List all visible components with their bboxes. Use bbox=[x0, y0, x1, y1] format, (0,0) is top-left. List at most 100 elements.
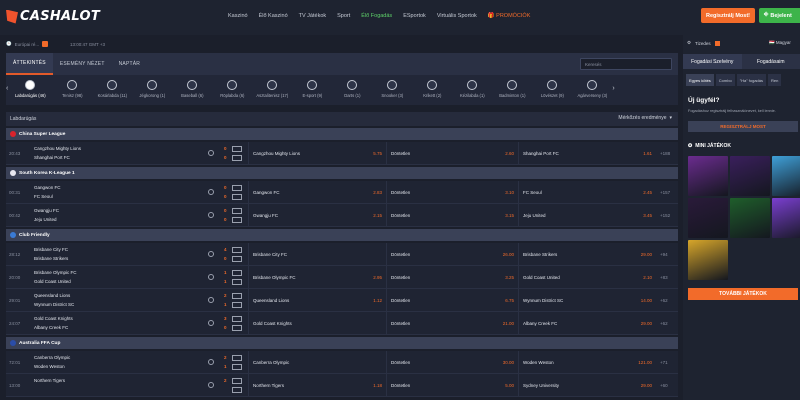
odd-home[interactable]: Gwangju FC 2.15 bbox=[248, 204, 386, 226]
more-markets[interactable]: +71 bbox=[660, 360, 668, 365]
register-now-button[interactable]: REGISZTRÁLJ MOST bbox=[688, 121, 798, 132]
stats-icon[interactable] bbox=[232, 247, 242, 253]
odd-draw[interactable]: Döntetlen 5.00 bbox=[386, 374, 518, 396]
sport-item[interactable]: Tenisz (98) bbox=[52, 75, 92, 98]
league-header[interactable]: South Korea K-League 1 bbox=[6, 167, 678, 179]
add-icon[interactable] bbox=[208, 297, 214, 303]
nav-sport[interactable]: Sport bbox=[337, 13, 350, 19]
odd-away[interactable]: Sydney University 29.00 bbox=[518, 374, 656, 396]
league-header[interactable]: Australia FFA Cup bbox=[6, 337, 678, 349]
match-teams[interactable]: Brisbane Olympic FC Gold Coast United bbox=[34, 268, 77, 286]
game-thumbnail[interactable] bbox=[730, 156, 770, 196]
nav-casino[interactable]: Kaszinó bbox=[228, 13, 248, 19]
sport-item[interactable]: Krikett (2) bbox=[412, 75, 452, 98]
game-thumbnail[interactable] bbox=[688, 156, 728, 196]
add-icon[interactable] bbox=[208, 382, 214, 388]
timezone-selector[interactable]: 🕓 Európai ré... bbox=[6, 41, 49, 47]
odd-away[interactable]: Albany Creek FC 29.00 bbox=[518, 312, 656, 334]
tab-single[interactable]: Egyes kötés bbox=[686, 74, 714, 86]
stats-icon[interactable] bbox=[232, 155, 242, 161]
odd-home[interactable]: Queensland Lions 1.12 bbox=[248, 289, 386, 311]
register-button[interactable]: Regisztrálj Most! bbox=[701, 8, 755, 23]
nav-live-casino[interactable]: Élő Kaszinó bbox=[259, 13, 288, 19]
language-selector[interactable]: 🇭🇺 Magyar bbox=[769, 40, 791, 46]
odd-away[interactable]: Brisbane Strikers 29.00 bbox=[518, 243, 656, 265]
odd-draw[interactable]: Döntetlen 30.00 bbox=[386, 351, 518, 373]
game-thumbnail[interactable] bbox=[730, 198, 770, 238]
sport-item[interactable]: E-sport (9) bbox=[292, 75, 332, 98]
more-markets[interactable]: +60 bbox=[660, 383, 668, 388]
league-header[interactable]: China Super League bbox=[6, 128, 678, 140]
stats-icon[interactable] bbox=[232, 208, 242, 214]
stats-icon[interactable] bbox=[232, 355, 242, 361]
odd-away[interactable]: Woden Weston 121.00 bbox=[518, 351, 656, 373]
game-thumbnail[interactable] bbox=[772, 198, 800, 238]
more-markets[interactable]: +62 bbox=[660, 298, 668, 303]
sport-item[interactable]: Snooker (3) bbox=[372, 75, 412, 98]
game-thumbnail[interactable] bbox=[688, 198, 728, 238]
sport-item[interactable]: Agárverseny (3) bbox=[572, 75, 612, 98]
more-games-button[interactable]: TOVÁBBI JÁTÉKOK bbox=[688, 288, 798, 300]
match-teams[interactable]: Gwangju FC Jeju United bbox=[34, 206, 59, 224]
tab-system[interactable]: Ren bbox=[768, 74, 782, 86]
odd-home[interactable]: Gangwon FC 2.83 bbox=[248, 181, 386, 203]
add-icon[interactable] bbox=[208, 320, 214, 326]
tab-calendar[interactable]: NAPTÁR bbox=[112, 53, 147, 75]
odd-away[interactable]: Gold Coast United 2.10 bbox=[518, 266, 656, 288]
add-icon[interactable] bbox=[208, 359, 214, 365]
stats-icon[interactable] bbox=[232, 256, 242, 262]
stats-icon[interactable] bbox=[232, 185, 242, 191]
sport-item[interactable]: Darts (1) bbox=[332, 75, 372, 98]
odd-home[interactable]: Brisbane City FC bbox=[248, 243, 386, 265]
odd-draw[interactable]: Döntetlen 21.00 bbox=[386, 312, 518, 334]
nav-esports[interactable]: ESportok bbox=[403, 13, 426, 19]
nav-live-betting[interactable]: Élő Fogadás bbox=[361, 13, 392, 19]
add-icon[interactable] bbox=[208, 212, 214, 218]
sport-item[interactable]: Labdarúgás (46) bbox=[8, 75, 52, 98]
logo[interactable]: CASHALOT bbox=[6, 9, 100, 24]
nav-virtual-sports[interactable]: Virtuális Sportok bbox=[437, 13, 477, 19]
match-teams[interactable]: Northern Tigers bbox=[34, 376, 65, 385]
stats-icon[interactable] bbox=[232, 302, 242, 308]
odd-home[interactable]: Brisbane Olympic FC 2.95 bbox=[248, 266, 386, 288]
odd-draw[interactable]: Döntetlen 2.60 bbox=[386, 142, 518, 164]
league-header[interactable]: Club Friendly bbox=[6, 229, 678, 241]
more-markets[interactable]: +83 bbox=[660, 275, 668, 280]
tab-betslip[interactable]: Fogadási Szelvény bbox=[683, 54, 742, 69]
stats-icon[interactable] bbox=[232, 293, 242, 299]
stats-icon[interactable] bbox=[232, 387, 242, 393]
stats-icon[interactable] bbox=[232, 364, 242, 370]
search-input[interactable]: Keresés bbox=[580, 58, 672, 70]
odd-draw[interactable]: Döntetlen 3.10 bbox=[386, 181, 518, 203]
odd-home[interactable]: Canberra Olympic bbox=[248, 351, 386, 373]
game-thumbnail[interactable] bbox=[772, 156, 800, 196]
stats-icon[interactable] bbox=[232, 146, 242, 152]
sport-item[interactable]: Lövészet (9) bbox=[532, 75, 572, 98]
odd-draw[interactable]: Döntetlen 6.75 bbox=[386, 289, 518, 311]
odd-home[interactable]: Northern Tigers 1.18 bbox=[248, 374, 386, 396]
odd-away[interactable]: Wynnum District SC 14.00 bbox=[518, 289, 656, 311]
add-icon[interactable] bbox=[208, 189, 214, 195]
nav-promotions[interactable]: 🎁 PROMÓCIÓK bbox=[488, 13, 531, 19]
add-icon[interactable] bbox=[208, 251, 214, 257]
match-teams[interactable]: Queensland Lions Wynnum District SC bbox=[34, 291, 74, 309]
chevron-right-icon[interactable]: › bbox=[612, 75, 614, 92]
more-markets[interactable]: +157 bbox=[660, 190, 670, 195]
match-teams[interactable]: Cangzhou Mighty Lions Shanghai Port FC bbox=[34, 144, 81, 162]
add-icon[interactable] bbox=[208, 274, 214, 280]
tab-overview[interactable]: ÁTTEKINTÉS bbox=[6, 53, 53, 75]
tab-event-view[interactable]: ESEMÉNY NÉZET bbox=[53, 53, 112, 75]
stats-icon[interactable] bbox=[232, 270, 242, 276]
odd-home[interactable]: Gold Coast Knights bbox=[248, 312, 386, 334]
match-teams[interactable]: Gold Coast Knights Albany Creek FC bbox=[34, 314, 73, 332]
more-markets[interactable]: +94 bbox=[660, 252, 668, 257]
tab-if-bet[interactable]: "Ha" fogadás bbox=[736, 74, 767, 86]
nav-tv-games[interactable]: TV Játékok bbox=[299, 13, 327, 19]
odd-away[interactable]: Shanghai Port FC 1.61 bbox=[518, 142, 656, 164]
sport-item[interactable]: Kosárlabda (11) bbox=[92, 75, 132, 98]
more-markets[interactable]: +188 bbox=[660, 151, 670, 156]
stats-icon[interactable] bbox=[232, 316, 242, 322]
more-markets[interactable]: +62 bbox=[660, 321, 668, 326]
odd-home[interactable]: Cangzhou Mighty Lions 5.75 bbox=[248, 142, 386, 164]
odd-draw[interactable]: Döntetlen 3.25 bbox=[386, 266, 518, 288]
